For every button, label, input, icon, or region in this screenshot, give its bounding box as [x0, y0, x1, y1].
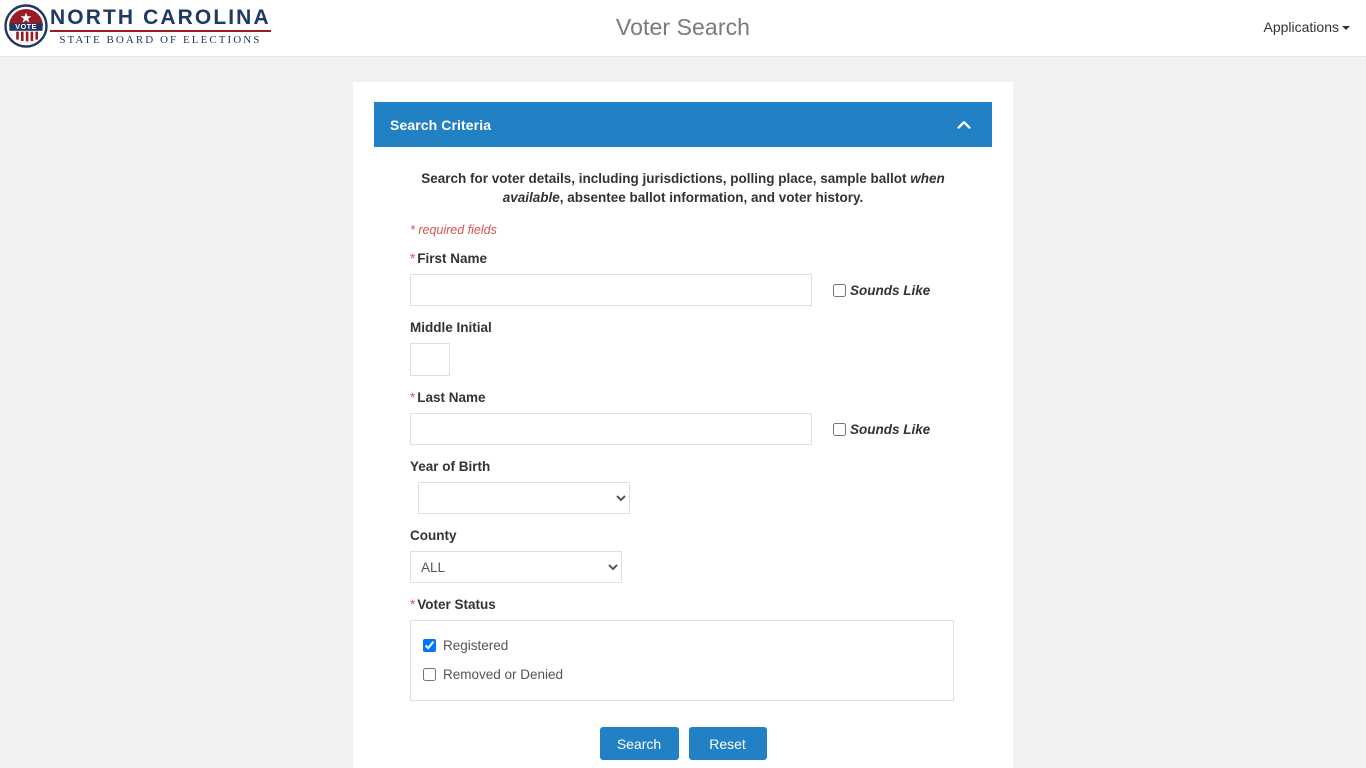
last-name-sounds-like-group[interactable]: Sounds Like: [833, 422, 930, 437]
voter-status-option-removed-or-denied[interactable]: Removed or Denied: [423, 662, 941, 686]
search-criteria-panel: Search Criteria Search for voter details…: [374, 102, 992, 768]
applications-menu-label: Applications: [1263, 19, 1340, 35]
voter-status-registered-checkbox[interactable]: [423, 638, 436, 652]
first-name-field-group: * First Name Sounds Like: [410, 251, 956, 306]
reset-button[interactable]: Reset: [688, 727, 767, 760]
last-name-sounds-like-checkbox[interactable]: [833, 422, 846, 436]
last-name-row: Sounds Like: [410, 413, 956, 445]
first-name-sounds-like-group[interactable]: Sounds Like: [833, 283, 930, 298]
intro-text-part2: , absentee ballot information, and voter…: [559, 190, 864, 205]
first-name-label: * First Name: [410, 251, 956, 266]
search-button[interactable]: Search: [599, 727, 679, 760]
year-of-birth-select[interactable]: [418, 482, 630, 514]
voter-status-field-group: * Voter Status Registered Removed or Deni…: [410, 597, 956, 701]
required-fields-note: * required fields: [410, 223, 497, 237]
voter-status-option-registered[interactable]: Registered: [423, 633, 941, 657]
last-name-sounds-like-label: Sounds Like: [850, 421, 931, 437]
panel-title: Search Criteria: [390, 116, 492, 133]
year-of-birth-field-group: Year of Birth: [410, 459, 956, 514]
middle-initial-label: Middle Initial: [410, 320, 492, 335]
intro-text-part1: Search for voter details, including juri…: [421, 171, 911, 186]
voter-status-label: * Voter Status: [410, 597, 956, 612]
first-name-label-text: First Name: [417, 251, 488, 266]
required-asterisk: *: [410, 251, 416, 266]
content-container: Search Criteria Search for voter details…: [353, 82, 1013, 768]
chevron-up-icon[interactable]: [956, 117, 972, 133]
chevron-down-icon: [1342, 26, 1350, 30]
intro-text: Search for voter details, including juri…: [420, 169, 946, 207]
county-label: County: [410, 528, 457, 543]
middle-initial-row: [410, 343, 956, 376]
first-name-row: Sounds Like: [410, 274, 956, 306]
first-name-input[interactable]: [410, 274, 812, 306]
county-row: ALL: [410, 551, 956, 583]
year-of-birth-label: Year of Birth: [410, 459, 491, 474]
county-select[interactable]: ALL: [410, 551, 622, 583]
voter-status-options-box: Registered Removed or Denied: [410, 620, 954, 701]
year-of-birth-row: [410, 482, 956, 514]
county-field-group: County ALL: [410, 528, 956, 583]
last-name-field-group: * Last Name Sounds Like: [410, 390, 956, 445]
middle-initial-input[interactable]: [410, 343, 450, 376]
applications-menu[interactable]: Applications: [1263, 19, 1350, 35]
voter-status-removed-or-denied-label: Removed or Denied: [443, 666, 564, 682]
page-body: Search Criteria Search for voter details…: [0, 57, 1366, 768]
first-name-sounds-like-label: Sounds Like: [850, 282, 931, 298]
last-name-label-text: Last Name: [417, 390, 486, 405]
last-name-input[interactable]: [410, 413, 812, 445]
required-asterisk: *: [410, 597, 416, 612]
site-header: VOTE NORTH CAROLINA STATE BOARD OF ELECT…: [0, 0, 1366, 57]
middle-initial-field-group: Middle Initial: [410, 320, 956, 376]
voter-status-label-text: Voter Status: [417, 597, 496, 612]
search-criteria-panel-header[interactable]: Search Criteria: [374, 102, 992, 147]
voter-status-removed-or-denied-checkbox[interactable]: [423, 667, 436, 681]
search-criteria-panel-body: Search for voter details, including juri…: [374, 147, 992, 768]
required-asterisk: *: [410, 390, 416, 405]
last-name-label: * Last Name: [410, 390, 956, 405]
form-actions: Search Reset: [410, 727, 956, 768]
voter-status-registered-label: Registered: [443, 637, 509, 653]
first-name-sounds-like-checkbox[interactable]: [833, 283, 846, 297]
page-title: Voter Search: [615, 14, 751, 40]
